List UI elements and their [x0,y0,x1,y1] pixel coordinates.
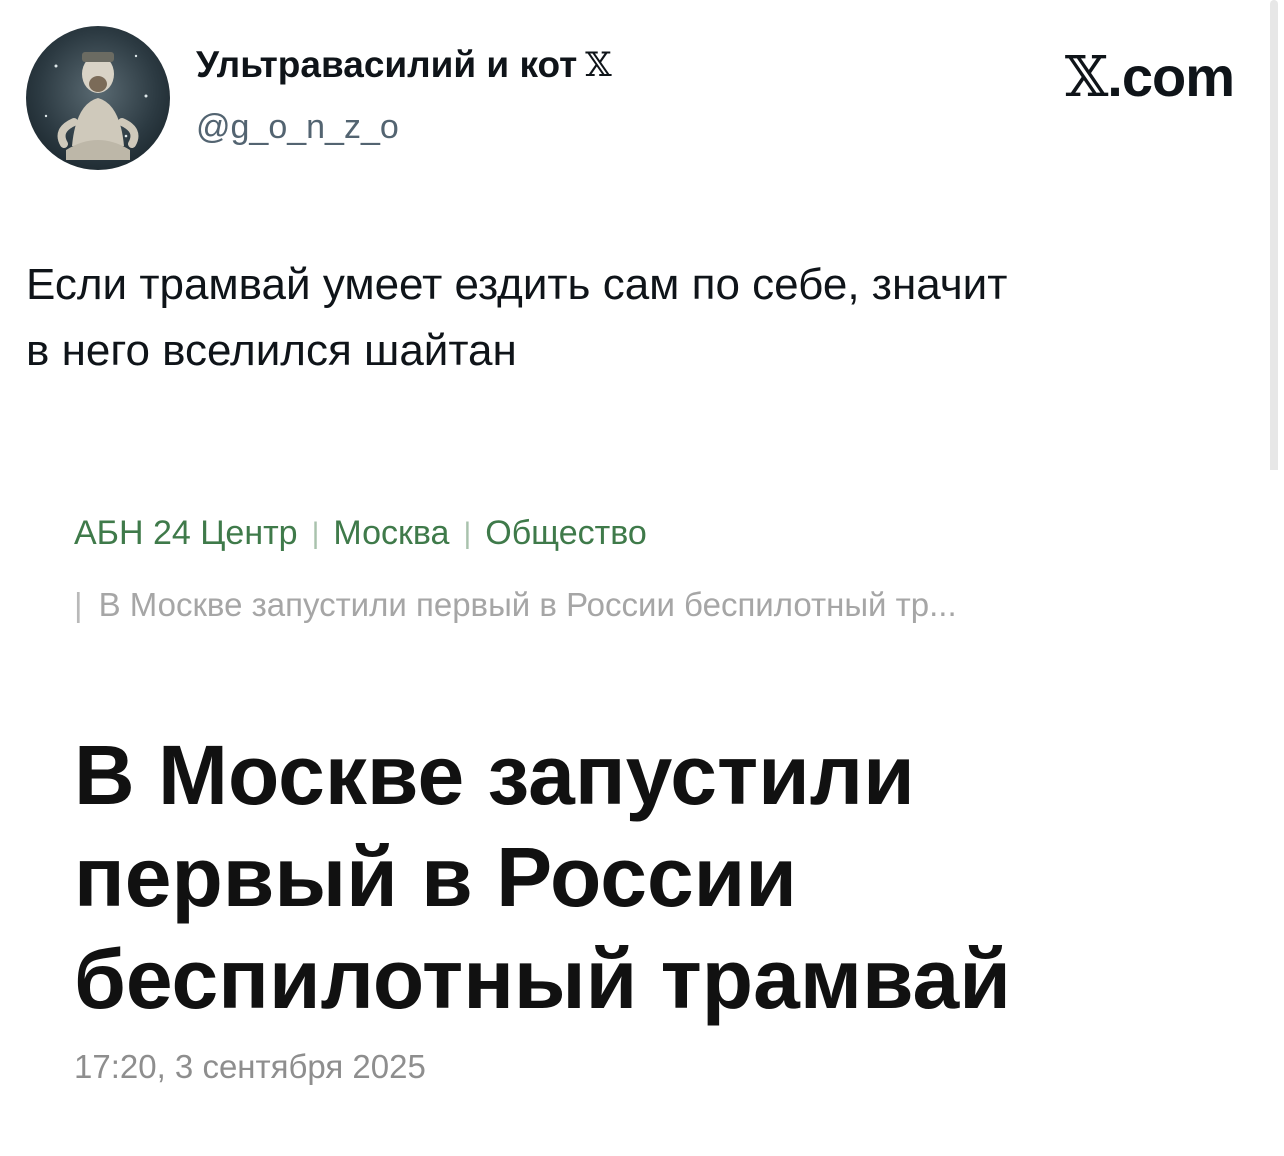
user-avatar-icon [44,52,148,160]
article-timestamp: 17:20, 3 сентября 2025 [74,1048,426,1085]
tweet-text-line: в него вселился шайтан [26,326,517,375]
breadcrumb: АБН 24 Центр | Москва | Общество [74,514,647,553]
sub-breadcrumb: | В Москве запустили первый в России бес… [74,586,957,624]
x-brand-icon: 𝕏 [1064,45,1108,110]
x-com-brand: 𝕏 .com [1064,44,1235,110]
x-logo-icon: 𝕏 [585,45,612,85]
headline-line: беспилотный трамвай [74,932,1011,1026]
article-headline: В Москве запустили первый в России беспи… [74,724,1114,1030]
tweet-text: Если трамвай умеет ездить сам по себе, з… [26,252,1261,384]
breadcrumb-item: Общество [485,514,647,552]
avatar[interactable] [26,26,170,170]
breadcrumb-item: АБН 24 Центр [74,514,298,552]
breadcrumb-separator: | [463,516,472,550]
headline-line: первый в России [74,830,797,924]
author-handle[interactable]: @g_o_n_z_o [196,108,399,147]
breadcrumb-item: Москва [333,514,450,552]
breadcrumb-separator: | [74,586,83,623]
attached-article-image[interactable]: АБН 24 Центр | Москва | Общество | В Мос… [0,470,1284,1156]
sub-breadcrumb-text: В Москве запустили первый в России беспи… [98,586,957,623]
brand-suffix: .com [1107,45,1235,108]
author-display-name[interactable]: Ультравасилий и кот 𝕏 [196,44,612,86]
author-name-text[interactable]: Ультравасилий и кот [196,44,577,86]
tweet-text-line: Если трамвай умеет ездить сам по себе, з… [26,260,1008,309]
breadcrumb-separator: | [311,516,320,550]
headline-line: В Москве запустили [74,728,915,822]
